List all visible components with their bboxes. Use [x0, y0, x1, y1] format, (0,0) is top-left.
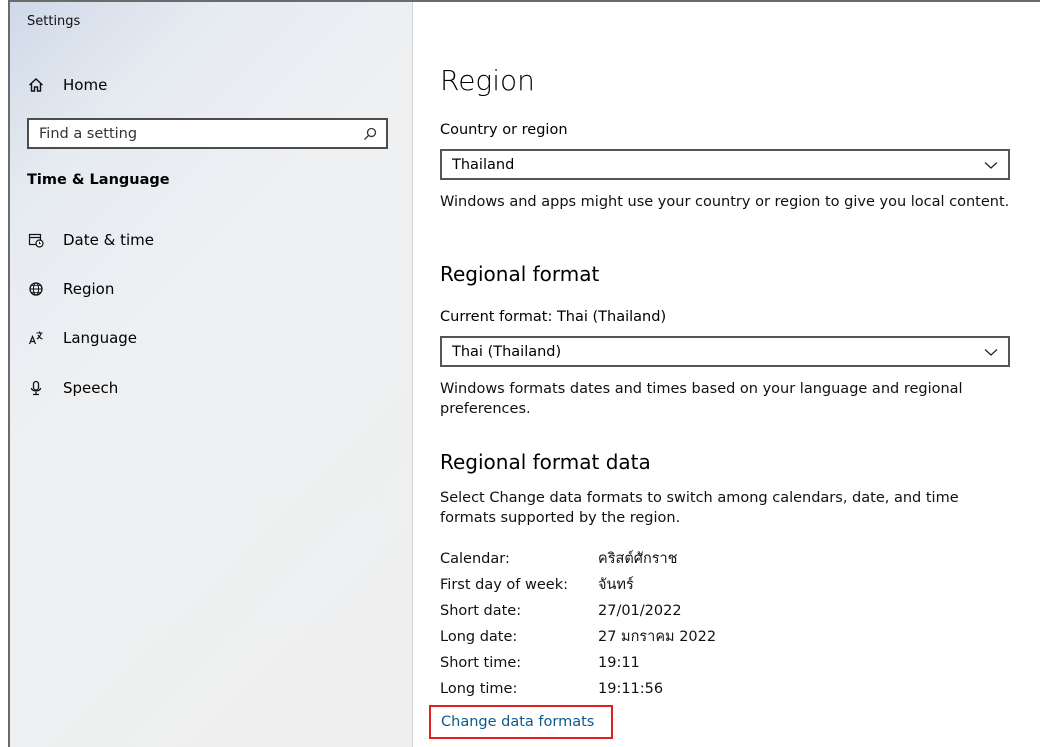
sidebar-item-region[interactable]: Region: [27, 277, 114, 301]
globe-icon: [27, 280, 45, 298]
language-icon: [27, 329, 45, 347]
home-nav-item[interactable]: Home: [27, 74, 107, 96]
search-input[interactable]: Find a setting: [27, 118, 388, 149]
sidebar-item-speech[interactable]: Speech: [27, 376, 118, 400]
current-format-label: Current format: Thai (Thailand): [440, 309, 667, 325]
settings-window: Settings Home Find a setting Time & Lang…: [8, 0, 1040, 747]
search-placeholder: Find a setting: [39, 125, 138, 142]
section-title: Time & Language: [27, 172, 170, 188]
format-value: 19:11:56: [598, 680, 664, 697]
country-label: Country or region: [440, 122, 568, 138]
highlight-box: Change data formats: [429, 705, 613, 739]
format-row-first-day: First day of week: จันทร์: [440, 573, 634, 596]
home-icon: [27, 76, 45, 94]
sidebar-item-label: Language: [63, 329, 138, 347]
country-description: Windows and apps might use your country …: [440, 194, 1010, 210]
microphone-icon: [27, 379, 45, 397]
format-value: 27 มกราคม 2022: [598, 629, 717, 645]
home-label: Home: [63, 76, 108, 94]
search-icon[interactable]: [361, 125, 379, 143]
format-value: คริสต์ศักราช: [598, 551, 678, 567]
regional-format-data-description: Select Change data formats to switch amo…: [440, 490, 959, 526]
calendar-clock-icon: [27, 231, 45, 249]
change-data-formats-link[interactable]: Change data formats: [441, 714, 594, 730]
format-key: Long time:: [440, 680, 518, 697]
format-row-long-time: Long time: 19:11:56: [440, 677, 663, 700]
format-key: Short time:: [440, 654, 522, 671]
regional-format-select[interactable]: Thai (Thailand): [440, 336, 1010, 367]
regional-format-heading: Regional format: [440, 262, 600, 286]
sidebar-item-date-time[interactable]: Date & time: [27, 228, 154, 252]
app-title: Settings: [27, 14, 81, 29]
format-row-long-date: Long date: 27 มกราคม 2022: [440, 625, 716, 648]
country-selected-value: Thailand: [452, 156, 515, 173]
format-value: 19:11: [598, 654, 640, 671]
regional-format-data-heading: Regional format data: [440, 450, 651, 474]
page-title: Region: [440, 64, 535, 97]
regional-format-selected-value: Thai (Thailand): [452, 343, 562, 360]
chevron-down-icon: [982, 343, 1000, 361]
format-value: จันทร์: [598, 577, 634, 593]
format-row-short-time: Short time: 19:11: [440, 651, 640, 674]
sidebar-item-label: Region: [63, 280, 115, 298]
format-value: 27/01/2022: [598, 602, 682, 619]
sidebar-item-label: Date & time: [63, 231, 154, 249]
format-key: Calendar:: [440, 550, 510, 567]
sidebar-item-language[interactable]: Language: [27, 326, 137, 350]
sidebar-item-label: Speech: [63, 379, 119, 397]
format-key: Short date:: [440, 602, 522, 619]
format-row-calendar: Calendar: คริสต์ศักราช: [440, 547, 678, 570]
regional-format-description: Windows formats dates and times based on…: [440, 381, 963, 417]
country-select[interactable]: Thailand: [440, 149, 1010, 180]
format-key: Long date:: [440, 628, 518, 645]
format-key: First day of week:: [440, 576, 568, 593]
format-row-short-date: Short date: 27/01/2022: [440, 599, 682, 622]
sidebar: Settings Home Find a setting Time & Lang…: [10, 2, 413, 747]
chevron-down-icon: [982, 156, 1000, 174]
